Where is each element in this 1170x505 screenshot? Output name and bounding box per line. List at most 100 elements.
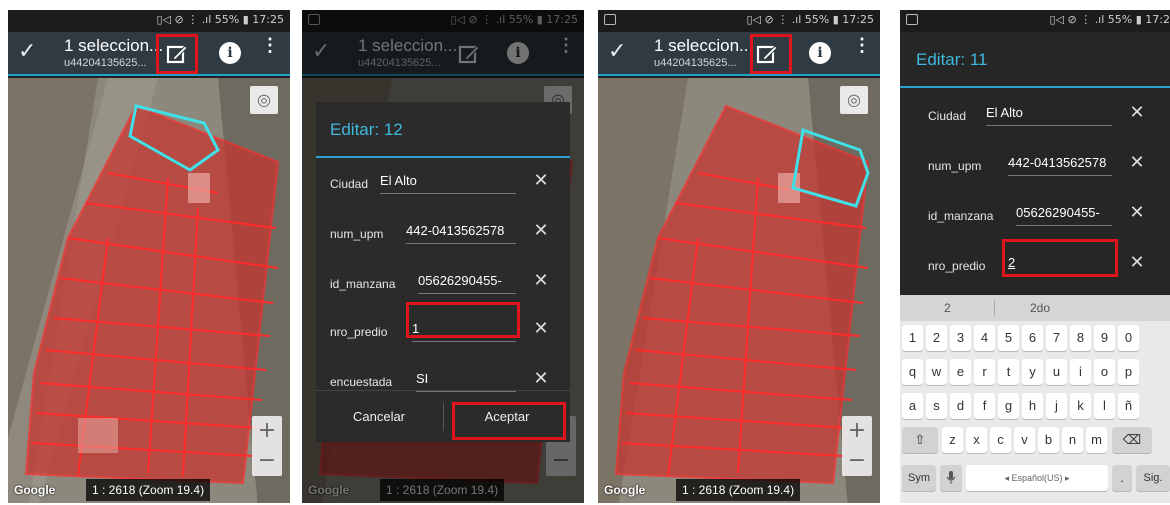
key[interactable]: q	[902, 359, 923, 385]
shift-key[interactable]: ⇧	[902, 427, 938, 453]
info-icon[interactable]: i	[809, 42, 831, 64]
nro-predio-highlight	[406, 302, 520, 338]
clear-icon[interactable]: ✕	[1126, 252, 1148, 273]
zoom-in-button[interactable]: +	[842, 416, 872, 446]
key[interactable]: t	[998, 359, 1019, 385]
key[interactable]: 1	[902, 325, 923, 351]
key[interactable]: s	[926, 393, 947, 419]
clear-icon[interactable]: ✕	[530, 270, 552, 291]
screen-map-selected-2: ▯◁ ⊘ ⋮ .ıl 55% ▮ 17:25 ✓ 1 seleccion... …	[598, 10, 880, 503]
key[interactable]: f	[974, 393, 995, 419]
suggestion[interactable]: 2do	[1030, 301, 1050, 315]
suggestion-divider	[994, 300, 995, 316]
backspace-key[interactable]: ⌫	[1112, 427, 1152, 453]
key[interactable]: l	[1094, 393, 1115, 419]
letter-row-2: a s d f g h j k l ñ	[902, 393, 1170, 421]
field-label: num_upm	[330, 227, 384, 241]
key[interactable]: v	[1014, 427, 1035, 453]
key[interactable]: 7	[1046, 325, 1067, 351]
field-row-num-upm: num_upm 442-0413562578 ✕	[316, 210, 570, 258]
key[interactable]: ñ	[1118, 393, 1139, 419]
bottom-row: Sym ◂ Español(US) ▸ . Sig.	[902, 465, 1170, 493]
key[interactable]: m	[1086, 427, 1107, 453]
accept-highlight	[452, 402, 566, 440]
field-label: nro_predio	[928, 259, 986, 273]
encuestada-input[interactable]: SI	[416, 368, 516, 392]
key[interactable]: n	[1062, 427, 1083, 453]
notification-icon	[906, 14, 918, 25]
my-location-icon[interactable]: ◎	[250, 86, 278, 114]
key[interactable]: 0	[1118, 325, 1139, 351]
number-row: 1 2 3 4 5 6 7 8 9 0	[902, 325, 1170, 353]
key[interactable]: a	[902, 393, 923, 419]
key[interactable]: i	[1070, 359, 1091, 385]
key[interactable]: r	[974, 359, 995, 385]
cancel-button[interactable]: Cancelar	[316, 391, 442, 443]
microphone-icon	[946, 471, 956, 484]
clear-icon[interactable]: ✕	[530, 368, 552, 389]
field-row-id-manzana: id_manzana 05626290455- ✕	[900, 192, 1170, 240]
key[interactable]: 6	[1022, 325, 1043, 351]
key[interactable]: 5	[998, 325, 1019, 351]
suggestion[interactable]: 2	[944, 301, 951, 315]
nro-predio-highlight	[1002, 239, 1118, 277]
clear-icon[interactable]: ✕	[530, 318, 552, 339]
key[interactable]: k	[1070, 393, 1091, 419]
key[interactable]: c	[990, 427, 1011, 453]
info-icon[interactable]: i	[219, 42, 241, 64]
key[interactable]: g	[998, 393, 1019, 419]
key[interactable]: 4	[974, 325, 995, 351]
confirm-check-icon[interactable]: ✓	[18, 39, 36, 64]
field-label: id_manzana	[330, 277, 396, 291]
space-key[interactable]: ◂ Español(US) ▸	[966, 465, 1108, 491]
clear-icon[interactable]: ✕	[1126, 102, 1148, 123]
zoom-controls: + −	[842, 416, 872, 476]
field-row-ciudad: Ciudad El Alto ✕	[316, 160, 570, 208]
next-key[interactable]: Sig.	[1136, 465, 1170, 491]
key[interactable]: z	[942, 427, 963, 453]
status-icons: ▯◁ ⊘ ⋮ .ıl 55% ▮ 17:2	[1049, 13, 1170, 26]
screen-edit-dialog-11: ▯◁ ⊘ ⋮ .ıl 55% ▮ 17:2 Editar: 11 Ciudad …	[900, 10, 1170, 503]
parcel-layer	[8, 78, 290, 503]
clear-icon[interactable]: ✕	[530, 170, 552, 191]
ciudad-input[interactable]: El Alto	[380, 170, 516, 194]
key[interactable]: 3	[950, 325, 971, 351]
key[interactable]: h	[1022, 393, 1043, 419]
suggestion-bar: 2 2do	[900, 295, 1170, 321]
key[interactable]: o	[1094, 359, 1115, 385]
sym-key[interactable]: Sym	[902, 465, 936, 491]
num-upm-input[interactable]: 442-0413562578	[1008, 152, 1112, 176]
key[interactable]: u	[1046, 359, 1067, 385]
zoom-in-button[interactable]: +	[252, 416, 282, 446]
key[interactable]: 2	[926, 325, 947, 351]
zoom-out-button[interactable]: −	[842, 446, 872, 476]
key[interactable]: 8	[1070, 325, 1091, 351]
key[interactable]: y	[1022, 359, 1043, 385]
key[interactable]: w	[926, 359, 947, 385]
key[interactable]: e	[950, 359, 971, 385]
satellite-map[interactable]: ◎ + − Google 1 : 2618 (Zoom 19.4)	[598, 78, 880, 503]
ciudad-input[interactable]: El Alto	[986, 102, 1112, 126]
mic-key[interactable]	[940, 465, 962, 491]
zoom-out-button[interactable]: −	[252, 446, 282, 476]
id-manzana-input[interactable]: 05626290455-	[418, 270, 516, 294]
clear-icon[interactable]: ✕	[1126, 202, 1148, 223]
confirm-check-icon[interactable]: ✓	[608, 39, 626, 64]
key[interactable]: 9	[1094, 325, 1115, 351]
more-options-icon[interactable]: ⋮	[261, 36, 279, 54]
num-upm-input[interactable]: 442-0413562578	[406, 220, 516, 244]
period-key[interactable]: .	[1112, 465, 1132, 491]
clear-icon[interactable]: ✕	[1126, 152, 1148, 173]
clear-icon[interactable]: ✕	[530, 220, 552, 241]
more-options-icon[interactable]: ⋮	[853, 36, 871, 54]
field-label: Ciudad	[330, 177, 369, 191]
my-location-icon[interactable]: ◎	[840, 86, 868, 114]
key[interactable]: d	[950, 393, 971, 419]
key[interactable]: j	[1046, 393, 1067, 419]
satellite-map[interactable]: ◎ + − Google 1 : 2618 (Zoom 19.4)	[8, 78, 290, 503]
field-row-ciudad: Ciudad El Alto ✕	[900, 92, 1170, 140]
key[interactable]: x	[966, 427, 987, 453]
key[interactable]: p	[1118, 359, 1139, 385]
id-manzana-input[interactable]: 05626290455-	[1016, 202, 1112, 226]
key[interactable]: b	[1038, 427, 1059, 453]
